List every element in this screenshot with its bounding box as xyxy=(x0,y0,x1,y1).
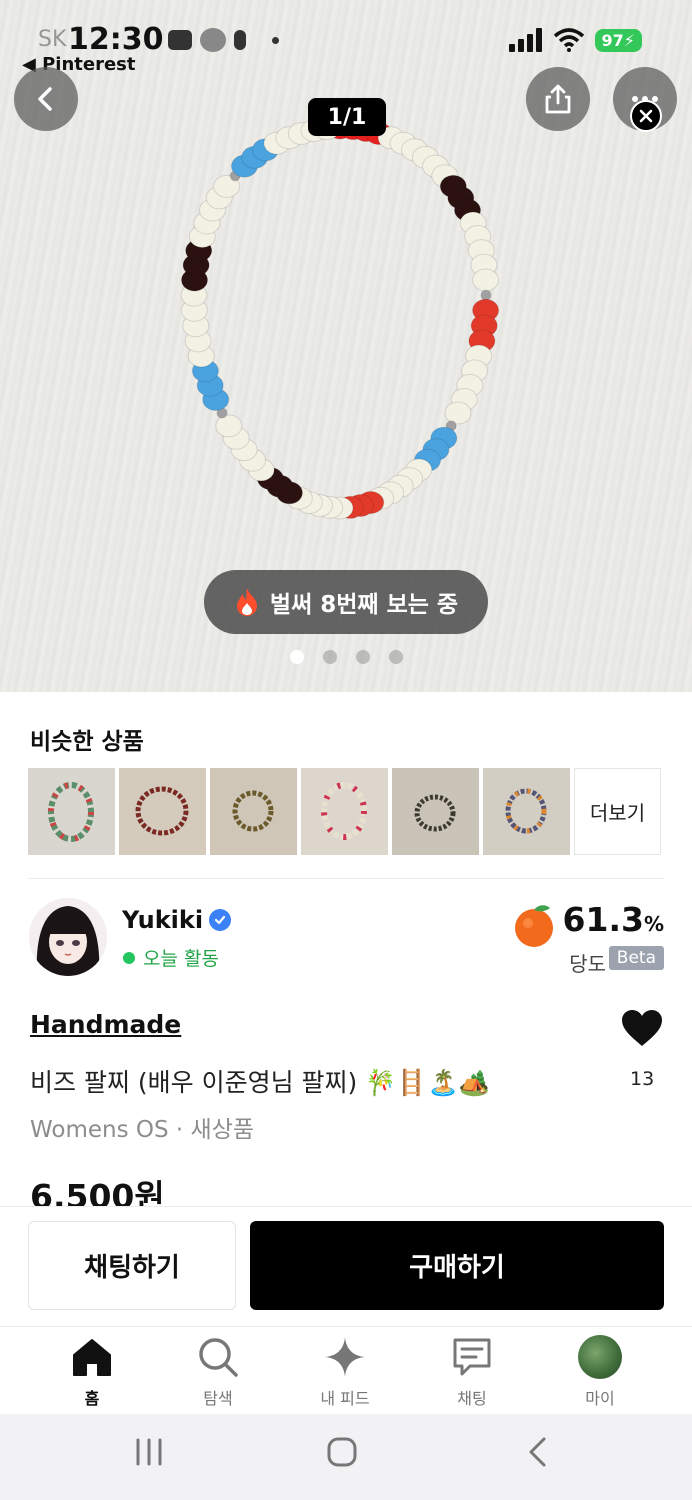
brand-link[interactable]: Handmade xyxy=(30,1010,181,1039)
chat-icon xyxy=(453,1338,491,1376)
battery-level: 97 xyxy=(601,30,624,50)
sparkle-icon xyxy=(325,1337,365,1377)
seller-activity-status: 오늘 활동 xyxy=(123,944,219,971)
product-title: 비즈 팔찌 (배우 이준영님 팔찌) 🎋🪜🏝️🏕️ xyxy=(30,1068,490,1097)
product-meta: Womens OS · 새상품 xyxy=(30,1117,255,1143)
tab-home-label: 홈 xyxy=(84,1389,100,1408)
divider xyxy=(28,878,664,879)
home-icon xyxy=(73,1339,111,1376)
more-similar-button[interactable]: 더보기 xyxy=(574,768,661,855)
similar-product-thumb[interactable] xyxy=(483,768,570,855)
product-image[interactable]: SK 12:30 ◀ Pinterest 97⚡ 1/1 벌써 8번째 보는 중 xyxy=(0,0,692,692)
app-icon xyxy=(234,30,246,50)
carrier-label: SK xyxy=(38,27,67,52)
score-value: 61.3% xyxy=(563,900,664,939)
tab-chat[interactable]: 채팅 xyxy=(417,1335,527,1409)
online-dot-icon xyxy=(123,951,135,964)
share-button[interactable] xyxy=(526,67,590,131)
score-unit: % xyxy=(643,912,664,936)
activity-text: 오늘 활동 xyxy=(143,948,219,970)
tab-home[interactable]: 홈 xyxy=(37,1335,147,1409)
verified-badge-icon xyxy=(209,909,232,931)
similar-product-thumb[interactable] xyxy=(301,768,388,855)
back-button[interactable] xyxy=(14,67,78,131)
tab-feed[interactable]: 내 피드 xyxy=(290,1335,400,1409)
similar-product-thumb[interactable] xyxy=(28,768,115,855)
beta-badge: Beta xyxy=(608,946,664,970)
bead xyxy=(472,268,499,292)
tab-explore[interactable]: 탐색 xyxy=(163,1335,273,1409)
pagination-dot[interactable] xyxy=(356,650,370,664)
tab-my-label: 마이 xyxy=(585,1389,615,1408)
profile-avatar-icon xyxy=(578,1335,622,1379)
close-overlay-button[interactable] xyxy=(630,100,662,132)
image-counter: 1/1 xyxy=(308,98,386,136)
thumb-image xyxy=(48,782,94,842)
bead xyxy=(444,401,472,425)
tab-chat-label: 채팅 xyxy=(457,1389,487,1408)
bead xyxy=(480,289,492,301)
similar-product-thumb[interactable] xyxy=(210,768,297,855)
chevron-left-icon xyxy=(38,87,52,111)
pagination-dot[interactable] xyxy=(389,650,403,664)
search-icon xyxy=(199,1338,238,1377)
notification-icons xyxy=(168,28,279,52)
back-nav-icon[interactable] xyxy=(522,1436,554,1468)
thumb-image xyxy=(135,786,189,836)
pagination-dot[interactable] xyxy=(323,650,337,664)
kakaotalk-icon xyxy=(200,28,226,52)
avatar-image xyxy=(29,898,107,976)
pagination-dot-active[interactable] xyxy=(290,650,304,664)
seller-score[interactable]: 61.3% 당도 Beta xyxy=(510,898,664,978)
system-icons: 97⚡ xyxy=(508,28,642,52)
recent-apps-icon[interactable] xyxy=(133,1436,165,1468)
signal-icon xyxy=(508,28,542,52)
orange-icon xyxy=(515,905,553,947)
like-count: 13 xyxy=(630,1068,655,1090)
thumb-image xyxy=(321,782,367,840)
wifi-icon xyxy=(553,28,584,52)
seller-name[interactable]: Yukiki xyxy=(122,906,203,934)
thumb-image xyxy=(414,794,456,832)
tab-explore-label: 탐색 xyxy=(203,1389,233,1408)
more-notifications-icon xyxy=(272,36,279,44)
seller-avatar[interactable] xyxy=(29,898,107,976)
status-bar: SK 12:30 ◀ Pinterest 97⚡ xyxy=(0,0,692,80)
tab-feed-label: 내 피드 xyxy=(320,1389,370,1408)
battery-indicator: 97⚡ xyxy=(594,28,642,52)
similar-products-title: 비슷한 상품 xyxy=(30,729,144,755)
buy-button[interactable]: 구매하기 xyxy=(250,1221,664,1310)
action-bar: 채팅하기 구매하기 xyxy=(0,1206,692,1326)
score-number: 61.3 xyxy=(562,900,644,939)
heart-icon[interactable] xyxy=(620,1008,664,1048)
home-nav-icon[interactable] xyxy=(326,1436,358,1468)
thumb-image xyxy=(505,788,547,834)
clock: 12:30 xyxy=(68,22,164,57)
similar-product-thumb[interactable] xyxy=(119,768,206,855)
similar-product-thumb[interactable] xyxy=(392,768,479,855)
fire-icon xyxy=(236,588,257,616)
chat-button[interactable]: 채팅하기 xyxy=(28,1221,236,1310)
bead xyxy=(215,414,243,438)
close-icon xyxy=(639,109,653,123)
similar-products-list: 더보기 xyxy=(28,768,661,855)
views-text: 벌써 8번째 보는 중 xyxy=(269,592,459,618)
bottom-tab-bar: 홈 탐색 내 피드 채팅 마이 xyxy=(0,1326,692,1414)
pagination-dots xyxy=(290,650,403,664)
seller-name-row[interactable]: Yukiki xyxy=(122,906,232,934)
system-navigation-bar xyxy=(0,1414,692,1500)
views-badge: 벌써 8번째 보는 중 xyxy=(204,570,488,634)
thumb-image xyxy=(232,790,274,832)
share-icon xyxy=(545,84,571,114)
bed-icon xyxy=(168,30,192,50)
tab-my[interactable]: 마이 xyxy=(545,1335,655,1409)
score-label: 당도 xyxy=(569,952,606,976)
